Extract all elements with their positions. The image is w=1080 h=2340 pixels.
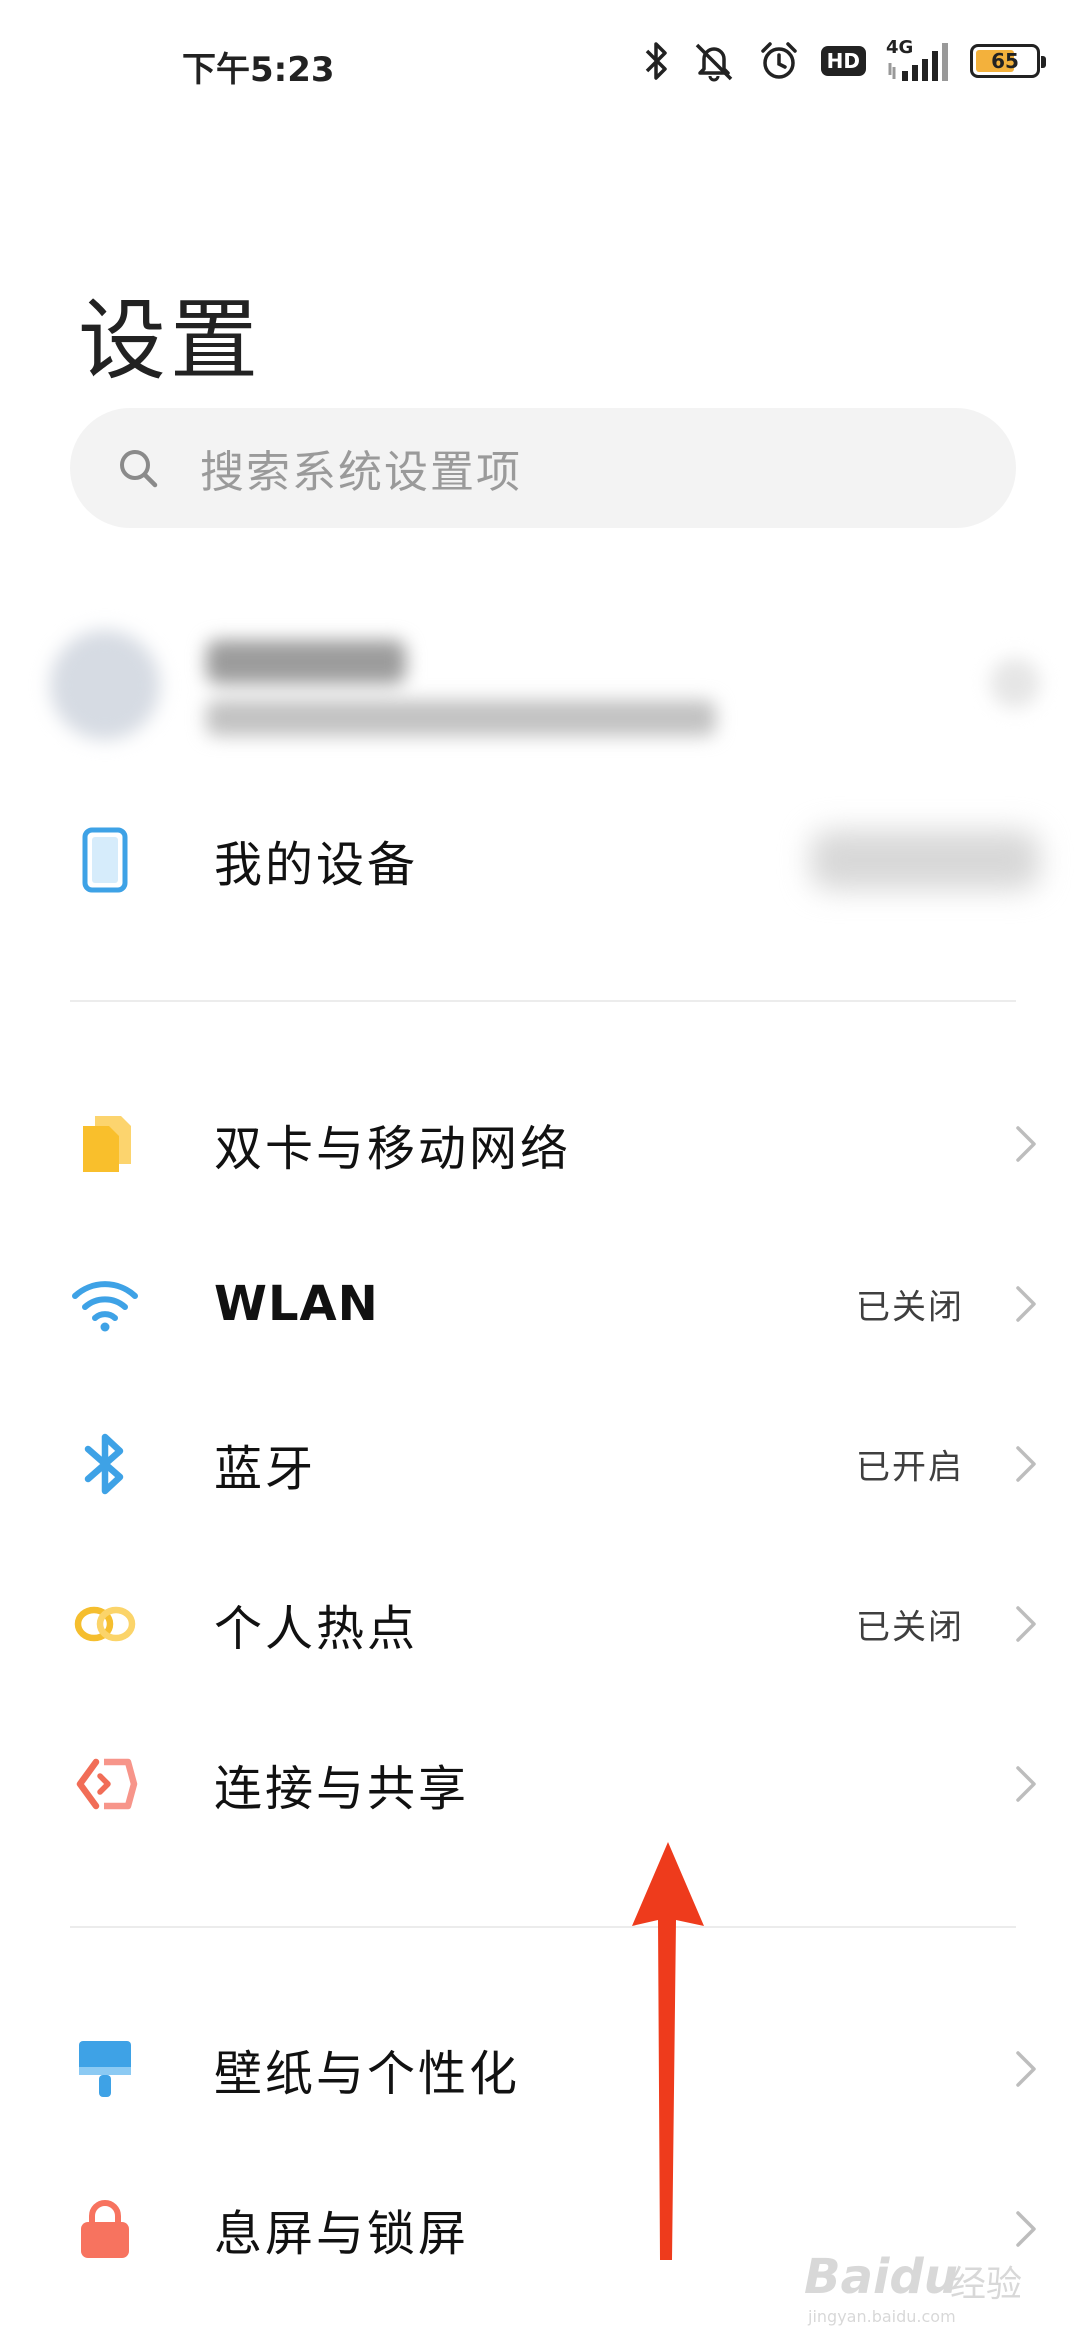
silent-bell-icon: [691, 37, 737, 85]
bluetooth-status: 已开启: [856, 1447, 964, 1488]
hd-badge-label: HD: [820, 46, 866, 76]
chevron-right-icon: [1006, 1114, 1046, 1174]
watermark-text: 经验: [950, 2264, 1023, 2305]
connect-share-icon: [70, 1749, 140, 1819]
chevron-right-icon: [1006, 1594, 1046, 1654]
device-phone-icon: [70, 825, 140, 895]
section-divider: [70, 1000, 1016, 1002]
avatar: [50, 630, 160, 740]
sim-network-label: 双卡与移动网络: [214, 1121, 572, 1177]
baidu-jingyan-watermark: Baidu 经验 jingyan.baidu.com: [800, 2235, 1040, 2330]
bluetooth-status-icon: [641, 37, 671, 85]
wlan-label: WLAN: [214, 1276, 379, 1332]
swipe-up-arrow-icon: [628, 1842, 708, 2262]
section-divider: [70, 1926, 1016, 1928]
wifi-icon: [70, 1269, 140, 1339]
watermark-brand: Baidu: [804, 2249, 958, 2305]
battery-level-text: 65: [991, 49, 1019, 73]
wlan-status: 已关闭: [856, 1287, 964, 1328]
connect-share-label: 连接与共享: [214, 1761, 470, 1817]
wlan-row[interactable]: WLAN 已关闭: [0, 1229, 1080, 1379]
wallpaper-label: 壁纸与个性化: [214, 2046, 521, 2102]
chevron-right-icon: [1006, 2039, 1046, 2099]
status-icons: HD 4G 65: [641, 36, 1046, 86]
sim-network-row[interactable]: 双卡与移动网络: [0, 1069, 1080, 1219]
chevron-right-icon: [1006, 1754, 1046, 1814]
account-row[interactable]: [0, 600, 1080, 760]
device-name-blurred: [810, 830, 1040, 890]
my-device-label: 我的设备: [214, 837, 419, 893]
wallpaper-brush-icon: [70, 2034, 140, 2104]
cellular-signal-icon: 4G: [886, 37, 950, 85]
settings-screen: 下午5:23 HD 4G 65 设置 搜索系统设置项 我的设备 双卡与移动网络 …: [0, 0, 1080, 2340]
hotspot-row[interactable]: 个人热点 已关闭: [0, 1549, 1080, 1699]
connect-share-row[interactable]: 连接与共享: [0, 1709, 1080, 1859]
battery-icon: 65: [970, 37, 1046, 85]
sim-cards-icon: [70, 1109, 140, 1179]
lockscreen-label: 息屏与锁屏: [214, 2206, 470, 2262]
lock-icon: [70, 2194, 140, 2264]
account-id-blurred: [206, 700, 716, 736]
chevron-right-icon: [1006, 1274, 1046, 1334]
hd-voice-icon: HD: [820, 37, 866, 85]
battery-nub: [1041, 56, 1046, 68]
hotspot-icon: [70, 1589, 140, 1659]
battery-indicator: 65: [970, 44, 1046, 78]
page-title: 设置: [78, 289, 263, 392]
bluetooth-icon: [70, 1429, 140, 1499]
bluetooth-label: 蓝牙: [214, 1441, 317, 1497]
wallpaper-row[interactable]: 壁纸与个性化: [0, 1994, 1080, 2144]
hotspot-status: 已关闭: [856, 1607, 964, 1648]
alarm-icon: [757, 37, 801, 85]
account-chevron-blurred: [990, 658, 1040, 708]
status-bar: 下午5:23 HD 4G 65: [0, 0, 1080, 130]
my-device-row[interactable]: 我的设备: [0, 785, 1080, 935]
bluetooth-row[interactable]: 蓝牙 已开启: [0, 1389, 1080, 1539]
watermark-url: jingyan.baidu.com: [808, 2307, 956, 2326]
account-name-blurred: [206, 640, 406, 684]
chevron-right-icon: [1006, 1434, 1046, 1494]
status-time: 下午5:23: [182, 50, 335, 90]
hotspot-label: 个人热点: [214, 1601, 419, 1657]
search-placeholder: 搜索系统设置项: [200, 447, 522, 498]
search-icon: [114, 444, 162, 492]
search-bar[interactable]: 搜索系统设置项: [70, 408, 1016, 528]
